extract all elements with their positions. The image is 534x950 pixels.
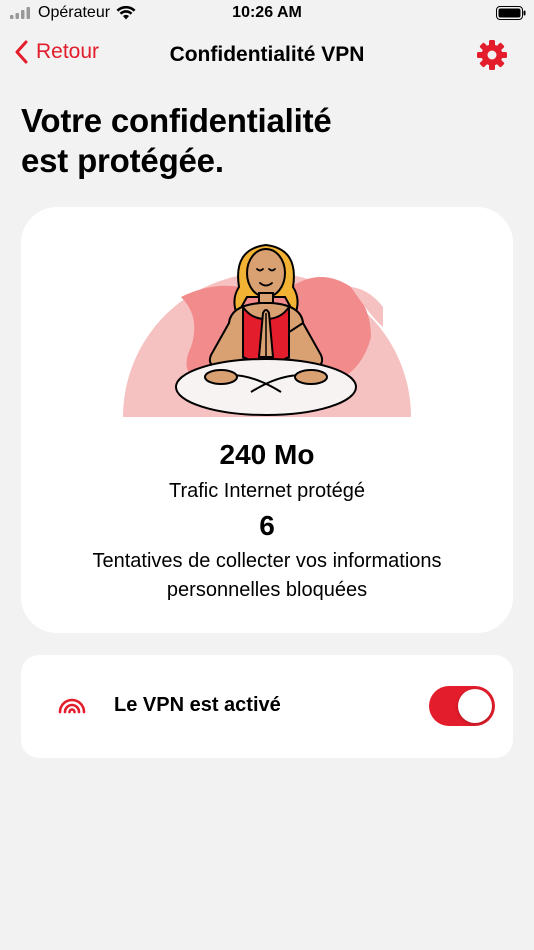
attempts-label: Tentatives de collecter vos informations… [92, 550, 442, 601]
protection-headline: Votre confidentialité est protégée. [21, 101, 421, 181]
status-bar: Opérateur 10:26 AM [0, 0, 534, 30]
vpn-status-card: Le VPN est activé [21, 655, 513, 758]
vpn-toggle-knob [458, 689, 492, 723]
battery-icon [496, 6, 526, 20]
navigation-bar: Retour Confidentialité VPN [0, 34, 534, 76]
traffic-value: 240 Mo [219, 439, 315, 470]
headline-line-1: Votre confidentialité [21, 102, 332, 139]
settings-button[interactable] [476, 39, 508, 76]
vpn-toggle[interactable] [429, 686, 495, 726]
vpn-status-label: Le VPN est activé [114, 694, 281, 716]
headline-line-2: est protégée. [21, 142, 224, 179]
traffic-label: Trafic Internet protégé [168, 480, 366, 502]
attempts-value: 6 [259, 510, 275, 541]
vpn-signal-icon [58, 698, 86, 714]
status-time: 10:26 AM [232, 4, 302, 21]
gear-icon [477, 40, 507, 70]
page-title: Confidentialité VPN [169, 43, 365, 66]
privacy-stats-card: 240 Mo Trafic Internet protégé 6 Tentati… [21, 207, 513, 633]
meditation-illustration [123, 243, 411, 417]
